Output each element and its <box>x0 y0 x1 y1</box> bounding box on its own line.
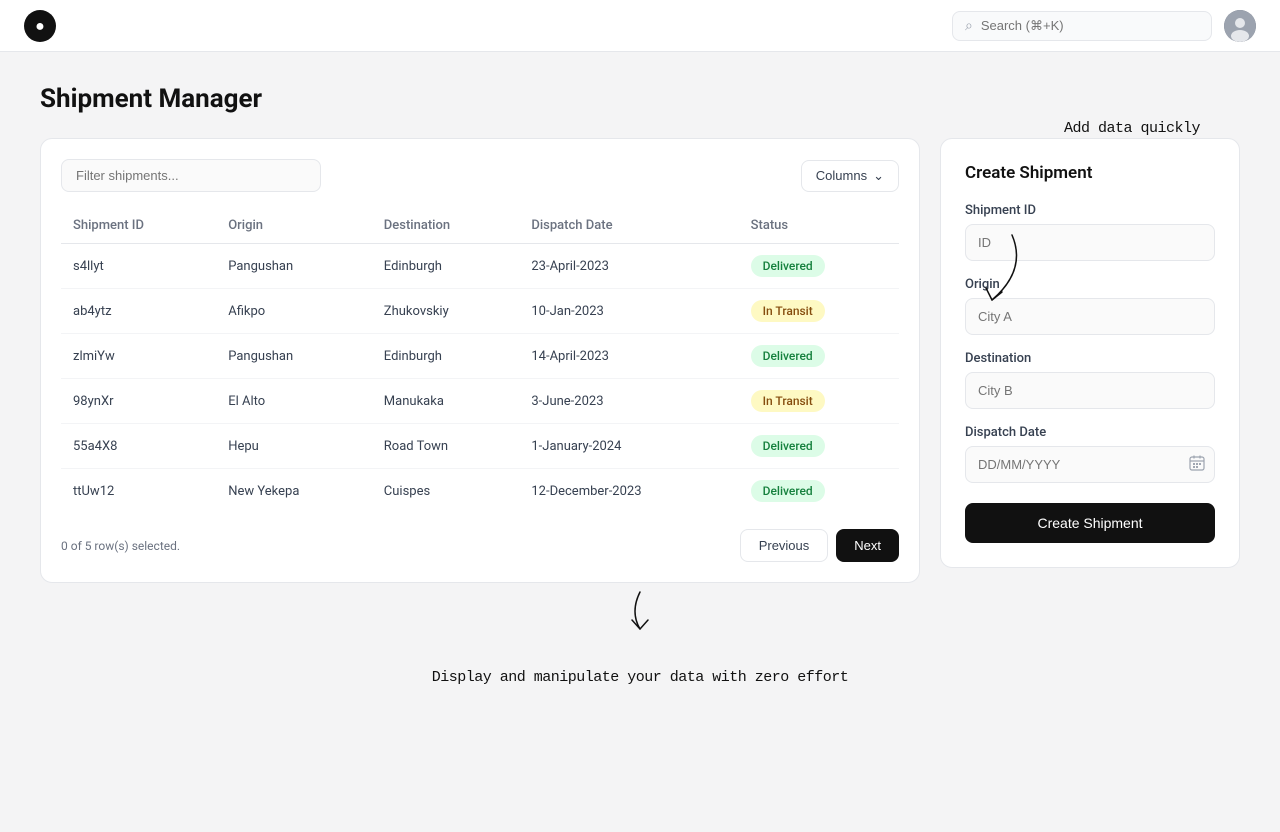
navbar: ● ⌕ <box>0 0 1280 52</box>
cell-date: 10-Jan-2023 <box>519 289 738 334</box>
search-input[interactable] <box>981 18 1199 33</box>
table-header: Shipment ID Origin Destination Dispatch … <box>61 208 899 244</box>
table-body: s4llyt Pangushan Edinburgh 23-April-2023… <box>61 244 899 514</box>
status-badge: In Transit <box>751 300 825 322</box>
row-count: 0 of 5 row(s) selected. <box>61 539 180 553</box>
columns-button[interactable]: Columns ⌄ <box>801 160 899 192</box>
filter-input[interactable] <box>61 159 321 192</box>
status-badge: Delivered <box>751 345 825 367</box>
cell-destination: Zhukovskiy <box>372 289 520 334</box>
cell-destination: Manukaka <box>372 379 520 424</box>
cell-id: 55a4X8 <box>61 424 216 469</box>
cell-origin: Pangushan <box>216 244 372 289</box>
cell-id: zlmiYw <box>61 334 216 379</box>
cell-destination: Edinburgh <box>372 244 520 289</box>
destination-group: Destination <box>965 351 1215 409</box>
cell-destination: Cuispes <box>372 469 520 514</box>
cell-status: Delivered <box>739 244 899 289</box>
cell-origin: Pangushan <box>216 334 372 379</box>
cell-date: 23-April-2023 <box>519 244 738 289</box>
destination-label: Destination <box>965 351 1215 366</box>
arrow-bottom-icon <box>40 587 1240 637</box>
cell-date: 1-January-2024 <box>519 424 738 469</box>
cell-status: Delivered <box>739 424 899 469</box>
navbar-right: ⌕ <box>952 10 1256 42</box>
annotation-top: Add data quickly <box>1064 120 1200 137</box>
status-badge: Delivered <box>751 480 825 502</box>
dispatch-date-label: Dispatch Date <box>965 425 1215 440</box>
table-row[interactable]: s4llyt Pangushan Edinburgh 23-April-2023… <box>61 244 899 289</box>
content-layout: Columns ⌄ Shipment ID Origin Destination… <box>40 138 1240 583</box>
annotation-bottom: Display and manipulate your data with ze… <box>40 669 1240 686</box>
annotation-bottom-container: Display and manipulate your data with ze… <box>40 587 1240 686</box>
cell-status: In Transit <box>739 289 899 334</box>
cell-date: 12-December-2023 <box>519 469 738 514</box>
date-input-wrapper <box>965 446 1215 483</box>
pagination: Previous Next <box>740 529 899 562</box>
table-row[interactable]: 98ynXr El Alto Manukaka 3-June-2023 In T… <box>61 379 899 424</box>
status-badge: Delivered <box>751 435 825 457</box>
table-footer: 0 of 5 row(s) selected. Previous Next <box>61 529 899 562</box>
table-row[interactable]: zlmiYw Pangushan Edinburgh 14-April-2023… <box>61 334 899 379</box>
create-panel-title: Create Shipment <box>965 163 1215 183</box>
chevron-down-icon: ⌄ <box>873 168 884 184</box>
shipment-id-label: Shipment ID <box>965 203 1215 218</box>
next-button[interactable]: Next <box>836 529 899 562</box>
page-title: Shipment Manager <box>40 84 1240 114</box>
cell-status: Delivered <box>739 469 899 514</box>
cell-destination: Road Town <box>372 424 520 469</box>
cell-origin: Hepu <box>216 424 372 469</box>
cell-status: Delivered <box>739 334 899 379</box>
cell-id: ttUw12 <box>61 469 216 514</box>
cell-origin: Afikpo <box>216 289 372 334</box>
arrow-top-icon <box>972 230 1032 315</box>
col-header-destination: Destination <box>372 208 520 244</box>
cell-id: ab4ytz <box>61 289 216 334</box>
create-panel: Create Shipment Shipment ID Origin Desti… <box>940 138 1240 568</box>
data-table: Shipment ID Origin Destination Dispatch … <box>61 208 899 513</box>
cell-date: 14-April-2023 <box>519 334 738 379</box>
table-panel: Columns ⌄ Shipment ID Origin Destination… <box>40 138 920 583</box>
table-row[interactable]: 55a4X8 Hepu Road Town 1-January-2024 Del… <box>61 424 899 469</box>
dispatch-date-input[interactable] <box>965 446 1215 483</box>
cell-date: 3-June-2023 <box>519 379 738 424</box>
cell-id: 98ynXr <box>61 379 216 424</box>
status-badge: In Transit <box>751 390 825 412</box>
search-icon: ⌕ <box>965 18 973 34</box>
cell-origin: El Alto <box>216 379 372 424</box>
cell-id: s4llyt <box>61 244 216 289</box>
status-badge: Delivered <box>751 255 825 277</box>
table-toolbar: Columns ⌄ <box>61 159 899 192</box>
destination-input[interactable] <box>965 372 1215 409</box>
create-shipment-button[interactable]: Create Shipment <box>965 503 1215 543</box>
main-content: Add data quickly Shipment Manager Column… <box>0 52 1280 718</box>
table-row[interactable]: ttUw12 New Yekepa Cuispes 12-December-20… <box>61 469 899 514</box>
cell-destination: Edinburgh <box>372 334 520 379</box>
col-header-id: Shipment ID <box>61 208 216 244</box>
previous-button[interactable]: Previous <box>740 529 829 562</box>
app-logo[interactable]: ● <box>24 10 56 42</box>
table-row[interactable]: ab4ytz Afikpo Zhukovskiy 10-Jan-2023 In … <box>61 289 899 334</box>
cell-origin: New Yekepa <box>216 469 372 514</box>
search-bar[interactable]: ⌕ <box>952 11 1212 41</box>
col-header-status: Status <box>739 208 899 244</box>
date-group: Dispatch Date <box>965 425 1215 483</box>
avatar-image <box>1224 10 1256 42</box>
col-header-date: Dispatch Date <box>519 208 738 244</box>
avatar[interactable] <box>1224 10 1256 42</box>
cell-status: In Transit <box>739 379 899 424</box>
col-header-origin: Origin <box>216 208 372 244</box>
